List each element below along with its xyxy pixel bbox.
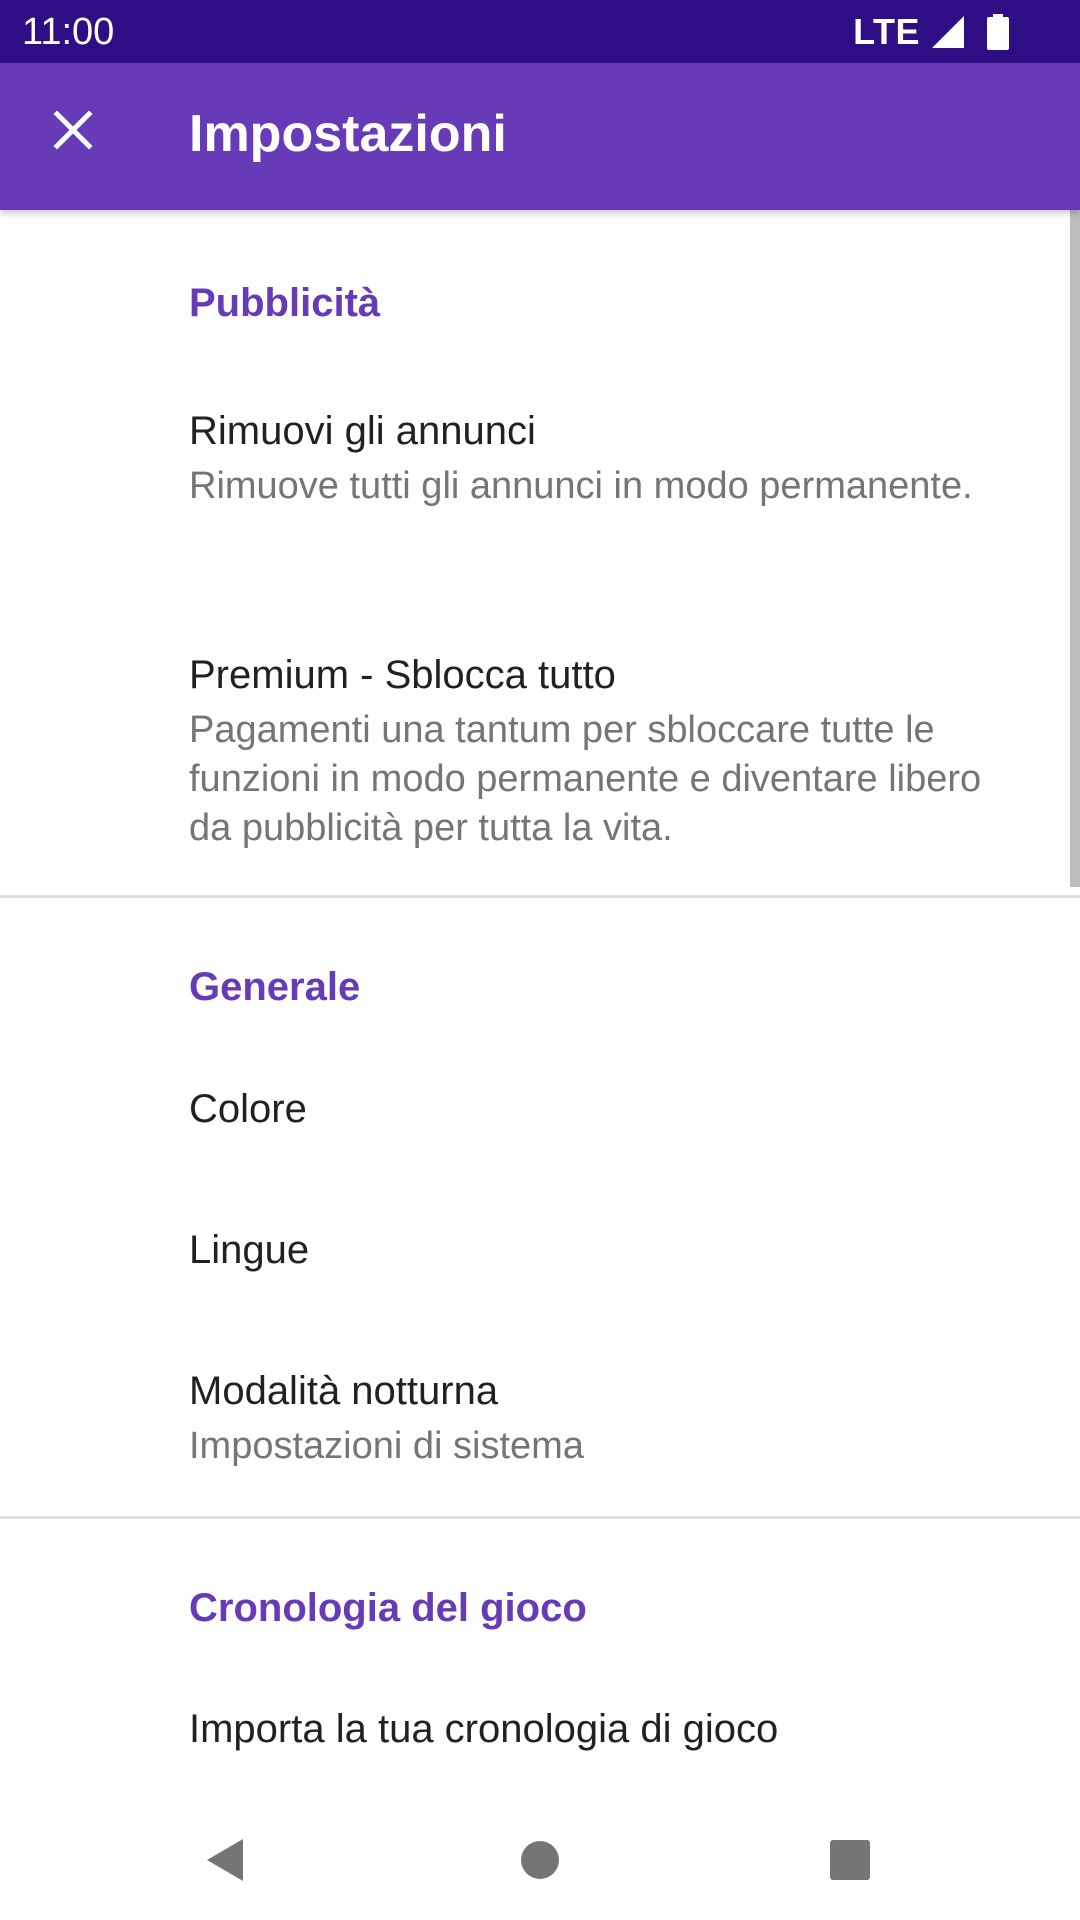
settings-list[interactable]: Pubblicità Rimuovi gli annunci Rimuove t… — [0, 210, 1080, 1800]
pref-title: Rimuovi gli annunci — [189, 409, 536, 453]
app-bar: Impostazioni — [0, 63, 1080, 210]
pref-title: Importa la tua cronologia di gioco — [189, 1707, 779, 1751]
battery-icon — [987, 14, 1009, 50]
recents-square-icon — [830, 1840, 870, 1880]
pref-summary: Pagamenti una tantum per sbloccare tutte… — [189, 709, 982, 849]
scrollbar[interactable] — [1070, 210, 1080, 887]
pref-import-history[interactable]: Importa la tua cronologia di gioco — [0, 1660, 1070, 1800]
pref-summary: Impostazioni di sistema — [189, 1425, 584, 1467]
category-title-advertising: Pubblicità — [189, 281, 381, 325]
close-icon — [53, 110, 93, 150]
close-button[interactable] — [40, 97, 106, 163]
back-triangle-icon — [207, 1839, 243, 1881]
section-divider — [0, 895, 1080, 898]
pref-title: Colore — [189, 1087, 307, 1131]
page-title: Impostazioni — [189, 105, 507, 163]
section-divider — [0, 1516, 1080, 1519]
pref-title: Lingue — [189, 1228, 310, 1272]
category-title-general: Generale — [189, 965, 361, 1009]
status-icons: LTE — [853, 8, 1010, 56]
pref-summary: Rimuove tutti gli annunci in modo perman… — [189, 465, 973, 507]
pref-night-mode[interactable]: Modalità notturna Impostazioni di sistem… — [0, 1320, 1070, 1516]
pref-languages[interactable]: Lingue — [0, 1180, 1070, 1320]
pref-title: Modalità notturna — [189, 1369, 499, 1413]
status-time: 11:00 — [22, 11, 115, 53]
pref-premium-unlock[interactable]: Premium - Sblocca tutto Pagamenti una ta… — [0, 618, 1070, 898]
back-button[interactable] — [186, 1820, 266, 1900]
navigation-bar — [0, 1800, 1080, 1920]
home-circle-icon — [521, 1841, 559, 1879]
pref-color[interactable]: Colore — [0, 1040, 1070, 1180]
pref-title: Premium - Sblocca tutto — [189, 653, 616, 697]
status-bar: 11:00 LTE — [0, 0, 1080, 63]
pref-remove-ads[interactable]: Rimuovi gli annunci Rimuove tutti gli an… — [0, 370, 1070, 596]
signal-icon — [932, 16, 964, 48]
network-type-label: LTE — [853, 11, 920, 52]
home-button[interactable] — [500, 1820, 580, 1900]
recents-button[interactable] — [810, 1820, 890, 1900]
category-title-game-history: Cronologia del gioco — [189, 1586, 587, 1630]
